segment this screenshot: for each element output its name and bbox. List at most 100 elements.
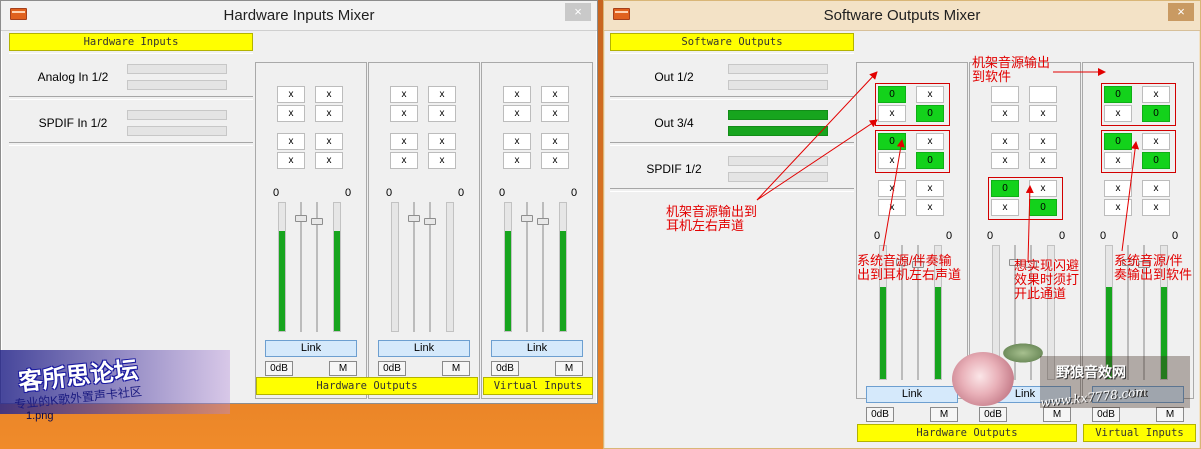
software-outputs-header: Software Outputs bbox=[610, 33, 854, 51]
file-name-label: 1.png bbox=[26, 410, 54, 422]
meter-peak-left: 0 bbox=[273, 187, 280, 199]
close-button[interactable]: × bbox=[1168, 3, 1194, 21]
routing-cell[interactable]: x bbox=[503, 133, 531, 150]
meter-peak-right: 0 bbox=[345, 187, 352, 199]
routing-cell[interactable]: x bbox=[390, 105, 418, 122]
routing-cell[interactable]: x bbox=[1142, 180, 1170, 197]
routing-cell[interactable]: x bbox=[1104, 180, 1132, 197]
routing-cell[interactable]: x bbox=[878, 180, 906, 197]
level-meter-right bbox=[728, 172, 828, 182]
level-meter-right bbox=[127, 80, 227, 90]
routing-cell[interactable]: x bbox=[277, 152, 305, 169]
routing-matrix: xxxx bbox=[277, 133, 347, 171]
hardware-outputs-footer: Hardware Outputs bbox=[857, 424, 1077, 442]
routing-cell[interactable]: x bbox=[390, 133, 418, 150]
routing-cell[interactable]: x bbox=[390, 152, 418, 169]
meter-fill bbox=[505, 231, 511, 331]
routing-cell[interactable]: x bbox=[541, 152, 569, 169]
zero-db-button[interactable]: 0dB bbox=[491, 361, 519, 376]
zero-db-button[interactable]: 0dB bbox=[265, 361, 293, 376]
routing-cell[interactable]: x bbox=[428, 86, 456, 103]
mute-button[interactable]: M bbox=[1156, 407, 1184, 422]
mute-button[interactable]: M bbox=[442, 361, 470, 376]
routing-cell[interactable]: x bbox=[1029, 133, 1057, 150]
mixer-client-area: Hardware Inputs Analog In 1/2 SPDIF In 1… bbox=[2, 31, 596, 403]
mute-button[interactable]: M bbox=[329, 361, 357, 376]
input-label: SPDIF In 1/2 bbox=[38, 116, 108, 130]
routing-cell[interactable]: x bbox=[315, 105, 343, 122]
mute-button[interactable]: M bbox=[930, 407, 958, 422]
routing-matrix: xxxx bbox=[503, 86, 573, 124]
meter-peak-right: 0 bbox=[1059, 230, 1066, 242]
routing-cell[interactable]: x bbox=[991, 105, 1019, 122]
virtual-inputs-footer: Virtual Inputs bbox=[483, 377, 593, 395]
meter-peak-right: 0 bbox=[458, 187, 465, 199]
routing-cell[interactable]: x bbox=[878, 199, 906, 216]
annotation-system-to-software: 系统音源/伴 奏输出到软件 bbox=[1114, 253, 1193, 282]
fader-knob[interactable] bbox=[408, 215, 420, 222]
routing-cell[interactable]: x bbox=[503, 86, 531, 103]
routing-cell[interactable]: x bbox=[428, 152, 456, 169]
link-button[interactable]: Link bbox=[265, 340, 357, 357]
routing-cell[interactable]: x bbox=[315, 86, 343, 103]
fader-knob[interactable] bbox=[537, 217, 549, 225]
routing-cell[interactable]: x bbox=[916, 180, 944, 197]
routing-cell[interactable]: x bbox=[1142, 199, 1170, 216]
close-button[interactable]: × bbox=[565, 3, 591, 21]
routing-cell[interactable]: x bbox=[991, 133, 1019, 150]
fader-knob[interactable] bbox=[424, 217, 436, 225]
mute-button[interactable]: M bbox=[555, 361, 583, 376]
zero-db-button[interactable]: 0dB bbox=[378, 361, 406, 376]
window-title: Hardware Inputs Mixer bbox=[223, 7, 375, 24]
routing-cell[interactable]: x bbox=[428, 105, 456, 122]
routing-cell[interactable]: x bbox=[428, 133, 456, 150]
routing-cell[interactable]: x bbox=[277, 105, 305, 122]
routing-cell[interactable]: x bbox=[277, 86, 305, 103]
routing-cell[interactable]: x bbox=[541, 105, 569, 122]
meter-fill bbox=[935, 287, 941, 379]
meter-peak-right: 0 bbox=[571, 187, 578, 199]
link-button[interactable]: Link bbox=[378, 340, 470, 357]
routing-cell[interactable]: x bbox=[1029, 152, 1057, 169]
routing-cell[interactable]: x bbox=[315, 152, 343, 169]
level-meter-right bbox=[728, 126, 828, 136]
level-meter-left bbox=[391, 202, 399, 332]
link-button[interactable]: Link bbox=[491, 340, 583, 357]
routing-cell[interactable] bbox=[991, 86, 1019, 103]
mute-button[interactable]: M bbox=[1043, 407, 1071, 422]
level-meter-left bbox=[504, 202, 512, 332]
hardware-inputs-header: Hardware Inputs bbox=[9, 33, 253, 51]
routing-cell[interactable]: x bbox=[1029, 105, 1057, 122]
routing-matrix: xxxx bbox=[878, 180, 948, 218]
routing-cell[interactable]: x bbox=[315, 133, 343, 150]
meter-fill bbox=[560, 231, 566, 331]
link-button[interactable]: Link bbox=[866, 386, 958, 403]
routing-cell[interactable]: x bbox=[503, 105, 531, 122]
routing-cell[interactable] bbox=[1029, 86, 1057, 103]
fader-knob[interactable] bbox=[311, 217, 323, 225]
routing-cell[interactable]: x bbox=[991, 152, 1019, 169]
routing-cell[interactable]: x bbox=[1104, 199, 1132, 216]
zero-db-button[interactable]: 0dB bbox=[866, 407, 894, 422]
output-column: xxxxxxxx00Link0dBMSPDIF Out 1/2 bbox=[368, 62, 480, 399]
title-bar[interactable]: Software Outputs Mixer × bbox=[604, 1, 1200, 31]
routing-cell[interactable]: x bbox=[541, 86, 569, 103]
zero-db-button[interactable]: 0dB bbox=[1092, 407, 1120, 422]
routing-matrix: xxxx bbox=[1104, 180, 1174, 218]
routing-cell[interactable]: x bbox=[390, 86, 418, 103]
level-meter-left bbox=[127, 64, 227, 74]
routing-cell[interactable]: x bbox=[916, 199, 944, 216]
zero-db-button[interactable]: 0dB bbox=[979, 407, 1007, 422]
fader-knob[interactable] bbox=[295, 215, 307, 222]
fader-knob[interactable] bbox=[521, 215, 533, 222]
routing-matrix: xx bbox=[991, 86, 1061, 124]
virtual-inputs-footer: Virtual Inputs bbox=[1083, 424, 1196, 442]
hardware-outputs-footer: Hardware Outputs bbox=[256, 377, 478, 395]
meter-peak-left: 0 bbox=[1100, 230, 1107, 242]
routing-cell[interactable]: x bbox=[277, 133, 305, 150]
routing-cell[interactable]: x bbox=[503, 152, 531, 169]
output-column: 0xx00xx0xxxx00Link0dBMVirtual In 1/2 bbox=[1082, 62, 1194, 440]
title-bar[interactable]: Hardware Inputs Mixer × bbox=[1, 1, 597, 31]
window-title: Software Outputs Mixer bbox=[823, 7, 981, 24]
routing-cell[interactable]: x bbox=[541, 133, 569, 150]
